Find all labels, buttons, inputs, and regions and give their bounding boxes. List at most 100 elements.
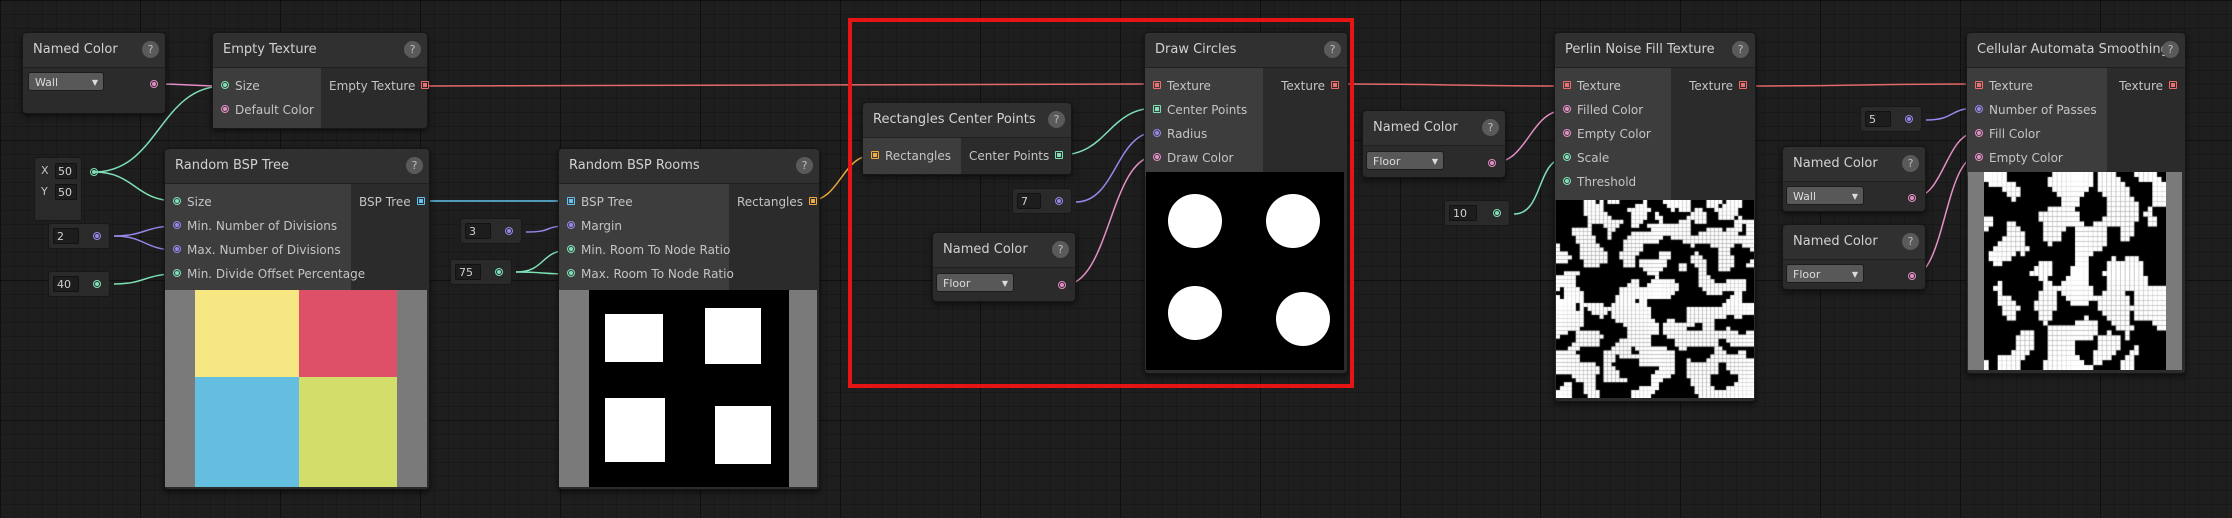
- cellular-automata-preview: [1984, 172, 2166, 370]
- output-port-rectangles[interactable]: Rectangles: [729, 190, 825, 214]
- preview-background: [589, 290, 789, 487]
- empty-texture-node[interactable]: Empty Texture? Size Default Color Empty …: [212, 32, 430, 129]
- port-icon[interactable]: [90, 168, 98, 176]
- size-y-field[interactable]: [55, 184, 77, 200]
- node-title: Random BSP Rooms?: [559, 149, 819, 184]
- port-icon[interactable]: [221, 105, 229, 113]
- input-port-empty-color[interactable]: Empty Color: [1967, 146, 2107, 170]
- port-icon[interactable]: [1563, 153, 1571, 161]
- help-icon[interactable]: ?: [1902, 155, 1919, 172]
- port-icon[interactable]: [1563, 129, 1571, 137]
- input-port-max-room-ratio[interactable]: Max. Room To Node Ratio: [559, 262, 734, 286]
- output-port-texture[interactable]: Texture: [1671, 74, 1755, 98]
- input-port-size[interactable]: Size: [213, 74, 321, 98]
- port-icon[interactable]: [1563, 177, 1571, 185]
- scale-field-box[interactable]: [1444, 200, 1510, 226]
- input-port-min-divisions[interactable]: Min. Number of Divisions: [165, 214, 351, 238]
- input-port-default-color[interactable]: Default Color: [213, 98, 321, 122]
- selection-highlight-box: [848, 18, 1354, 388]
- port-icon[interactable]: [567, 197, 575, 205]
- port-icon[interactable]: [173, 245, 181, 253]
- input-port-min-room-ratio[interactable]: Min. Room To Node Ratio: [559, 238, 730, 262]
- passes-field[interactable]: [1865, 111, 1891, 127]
- port-icon[interactable]: [93, 232, 101, 240]
- input-port-bsp-tree[interactable]: BSP Tree: [559, 190, 729, 214]
- help-icon[interactable]: ?: [796, 157, 813, 174]
- help-icon[interactable]: ?: [1732, 41, 1749, 58]
- input-port-texture[interactable]: Texture: [1555, 74, 1671, 98]
- port-icon[interactable]: [93, 280, 101, 288]
- port-icon[interactable]: [1975, 81, 1983, 89]
- input-port-fill-color[interactable]: Fill Color: [1967, 122, 2107, 146]
- size-vector-input[interactable]: X Y: [34, 157, 82, 221]
- input-port-margin[interactable]: Margin: [559, 214, 729, 238]
- port-icon[interactable]: [1908, 194, 1916, 202]
- port-icon[interactable]: [495, 268, 503, 276]
- help-icon[interactable]: ?: [406, 157, 423, 174]
- port-icon[interactable]: [1975, 153, 1983, 161]
- node-title: Empty Texture?: [213, 33, 427, 68]
- offset-percentage-field-box[interactable]: [48, 271, 110, 297]
- input-port-min-offset[interactable]: Min. Divide Offset Percentage: [165, 262, 365, 286]
- port-icon[interactable]: [173, 221, 181, 229]
- input-port-texture[interactable]: Texture: [1967, 74, 2107, 98]
- port-icon[interactable]: [1975, 105, 1983, 113]
- cellular-preview-frame: [1968, 172, 2182, 370]
- port-icon[interactable]: [1739, 81, 1747, 89]
- chevron-down-icon: ▼: [1851, 192, 1858, 201]
- node-title: Named Color?: [1783, 225, 1925, 260]
- scale-field[interactable]: [1449, 205, 1477, 221]
- help-icon[interactable]: ?: [1902, 233, 1919, 250]
- port-icon[interactable]: [421, 81, 430, 89]
- port-icon[interactable]: [150, 80, 158, 88]
- output-port-empty-texture[interactable]: Empty Texture: [321, 74, 437, 98]
- port-icon[interactable]: [1493, 209, 1501, 217]
- port-icon[interactable]: [416, 197, 425, 205]
- port-icon[interactable]: [567, 245, 575, 253]
- port-icon[interactable]: [1908, 272, 1916, 280]
- port-icon[interactable]: [2169, 81, 2177, 89]
- input-port-scale[interactable]: Scale: [1555, 146, 1671, 170]
- port-icon[interactable]: [1563, 81, 1571, 89]
- input-port-filled-color[interactable]: Filled Color: [1555, 98, 1671, 122]
- input-port-number-of-passes[interactable]: Number of Passes: [1967, 98, 2107, 122]
- color-dropdown-wall[interactable]: Wall ▼: [1786, 186, 1864, 205]
- margin-field-box[interactable]: [460, 218, 522, 244]
- port-icon[interactable]: [567, 269, 575, 277]
- port-icon[interactable]: [505, 227, 513, 235]
- color-dropdown-floor[interactable]: Floor ▼: [1366, 151, 1444, 170]
- min-divisions-field[interactable]: [53, 228, 79, 244]
- output-port-texture[interactable]: Texture: [2107, 74, 2185, 98]
- help-icon[interactable]: ?: [2162, 41, 2179, 58]
- port-icon[interactable]: [173, 197, 181, 205]
- node-title: Random BSP Tree?: [165, 149, 429, 184]
- input-port-max-divisions[interactable]: Max. Number of Divisions: [165, 238, 351, 262]
- port-icon[interactable]: [567, 221, 575, 229]
- color-dropdown-wall[interactable]: Wall ▼: [28, 72, 104, 91]
- port-icon[interactable]: [1905, 115, 1913, 123]
- room-ratio-field-box[interactable]: [450, 259, 512, 285]
- passes-field-box[interactable]: [1860, 106, 1922, 132]
- bsp-rooms-preview: [559, 290, 817, 487]
- size-x-field[interactable]: [55, 163, 77, 179]
- margin-field[interactable]: [465, 223, 491, 239]
- room-rect: [705, 308, 761, 364]
- help-icon[interactable]: ?: [404, 41, 421, 58]
- input-port-size[interactable]: Size: [165, 190, 351, 214]
- input-port-threshold[interactable]: Threshold: [1555, 170, 1671, 194]
- help-icon[interactable]: ?: [142, 41, 159, 58]
- port-icon[interactable]: [173, 269, 181, 277]
- output-port-bsp-tree[interactable]: BSP Tree: [351, 190, 433, 214]
- port-icon[interactable]: [1488, 159, 1496, 167]
- min-divisions-field-box[interactable]: [48, 223, 110, 249]
- port-icon[interactable]: [221, 81, 229, 89]
- port-icon[interactable]: [1975, 129, 1983, 137]
- color-dropdown-floor[interactable]: Floor ▼: [1786, 264, 1864, 283]
- port-icon[interactable]: [809, 197, 818, 205]
- bsp-region: [299, 377, 397, 487]
- room-ratio-field[interactable]: [455, 264, 481, 280]
- help-icon[interactable]: ?: [1482, 119, 1499, 136]
- input-port-empty-color[interactable]: Empty Color: [1555, 122, 1671, 146]
- port-icon[interactable]: [1563, 105, 1571, 113]
- offset-percentage-field[interactable]: [53, 276, 79, 292]
